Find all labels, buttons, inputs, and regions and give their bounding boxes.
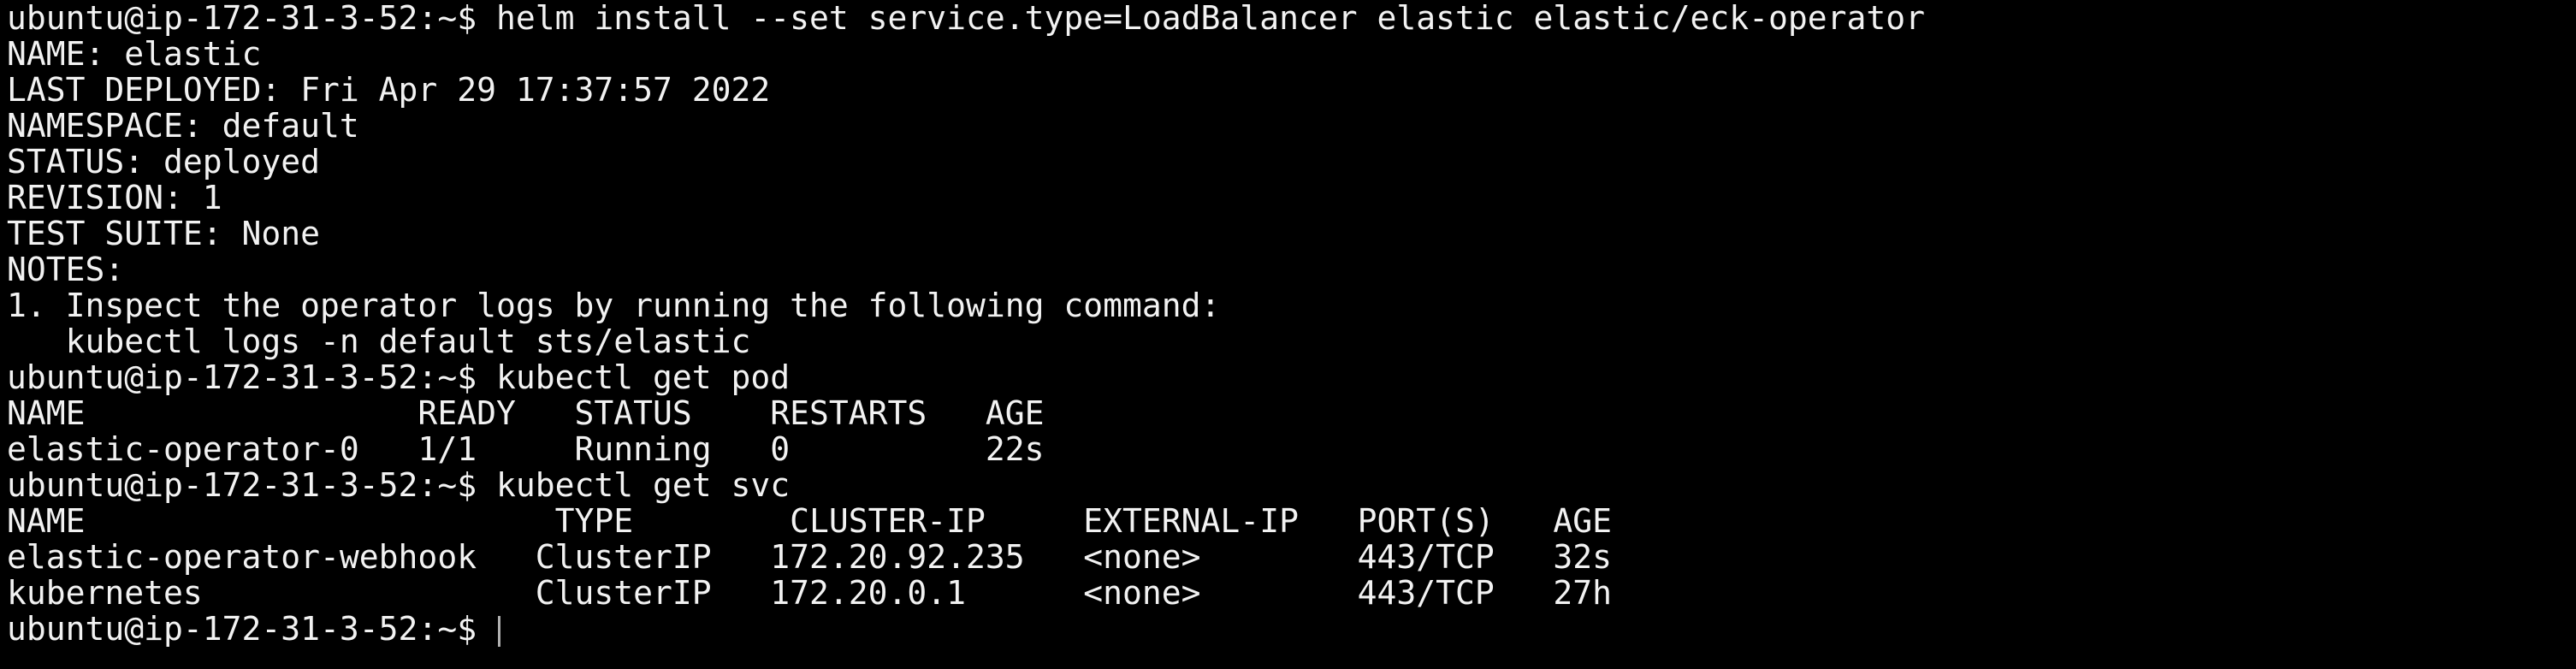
terminal-prompt-line[interactable]: ubuntu@ip-172-31-3-52:~$: [7, 611, 2576, 647]
terminal-line-svc-table-row-kubernetes: kubernetes ClusterIP 172.20.0.1 <none> 4…: [7, 574, 1612, 612]
terminal-line-revision: REVISION: 1: [7, 179, 222, 216]
terminal-line-notes: NOTES:: [7, 251, 125, 288]
text-cursor: [497, 615, 500, 647]
terminal-line-notes-command: kubectl logs -n default sts/elastic: [7, 323, 751, 360]
terminal-line-test-suite: TEST SUITE: None: [7, 215, 321, 252]
terminal-line-pod-table-header: NAME READY STATUS RESTARTS AGE: [7, 394, 1045, 432]
terminal-line-pod-table-row: elastic-operator-0 1/1 Running 0 22s: [7, 430, 1045, 468]
terminal-line-helm-command: ubuntu@ip-172-31-3-52:~$ helm install --…: [7, 0, 1926, 37]
terminal-line-notes-item: 1. Inspect the operator logs by running …: [7, 287, 1221, 324]
terminal-line-svc-table-row-webhook: elastic-operator-webhook ClusterIP 172.2…: [7, 538, 1612, 576]
terminal-line-name: NAME: elastic: [7, 35, 262, 73]
terminal-line-get-svc-command: ubuntu@ip-172-31-3-52:~$ kubectl get svc: [7, 466, 791, 504]
terminal-window[interactable]: ubuntu@ip-172-31-3-52:~$ helm install --…: [0, 0, 2576, 669]
terminal-line-svc-table-header: NAME TYPE CLUSTER-IP EXTERNAL-IP PORT(S)…: [7, 502, 1612, 540]
terminal-line-last-deployed: LAST DEPLOYED: Fri Apr 29 17:37:57 2022: [7, 71, 771, 109]
terminal-line-status: STATUS: deployed: [7, 143, 321, 181]
terminal-prompt: ubuntu@ip-172-31-3-52:~$: [7, 610, 496, 648]
terminal-line-get-pod-command: ubuntu@ip-172-31-3-52:~$ kubectl get pod: [7, 358, 791, 396]
terminal-line-namespace: NAMESPACE: default: [7, 107, 359, 145]
